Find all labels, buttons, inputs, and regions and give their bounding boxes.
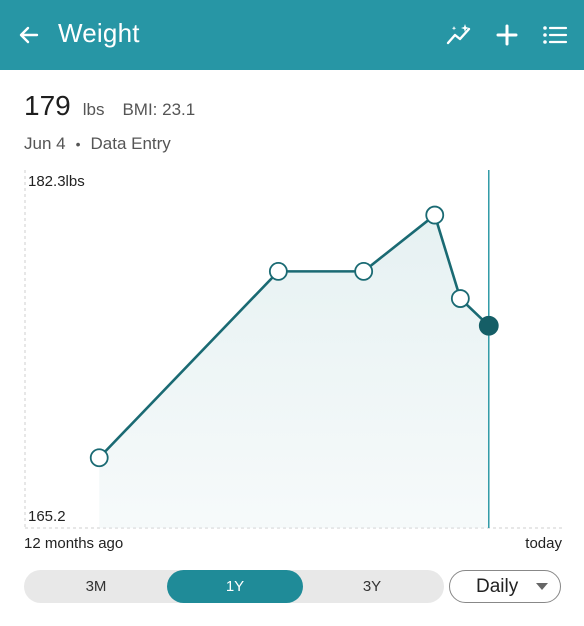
weight-summary: 179 lbs BMI: 23.1 Jun 4 • Data Entry: [24, 90, 564, 154]
range-3m-button[interactable]: 3M: [28, 570, 164, 603]
granularity-select[interactable]: Daily: [449, 570, 561, 603]
weight-screen: Weight 179 lbs BMI: 23.1 Jun 4 • Data En…: [0, 0, 584, 626]
plus-icon: [496, 24, 518, 46]
trends-button[interactable]: [444, 18, 474, 52]
app-bar: Weight: [0, 0, 584, 70]
add-entry-button[interactable]: [492, 18, 522, 52]
weight-unit: lbs: [82, 100, 105, 119]
weight-value: 179: [24, 90, 71, 121]
range-1y-button[interactable]: 1Y: [167, 570, 303, 603]
x-start-label: 12 months ago: [24, 535, 124, 552]
caret-down-icon: [536, 583, 548, 590]
weight-chart[interactable]: 182.3lbs 165.2: [24, 170, 562, 530]
data-point: [268, 261, 288, 281]
app-bar-actions: [444, 18, 570, 52]
data-point: [450, 289, 470, 308]
page-title: Weight: [58, 18, 140, 48]
entry-meta: Jun 4 • Data Entry: [24, 134, 564, 154]
chart-svg: [24, 170, 562, 529]
bmi-value: BMI: 23.1: [122, 100, 196, 119]
entry-source: Data Entry: [90, 134, 171, 153]
back-button[interactable]: [14, 20, 44, 50]
granularity-value: Daily: [476, 575, 519, 597]
list-icon: [543, 26, 568, 44]
y-max-label: 182.3lbs: [28, 173, 85, 190]
sparkle-trend-icon: [446, 24, 471, 45]
entry-date: Jun 4: [24, 134, 66, 153]
range-3y-button[interactable]: 3Y: [304, 570, 440, 603]
range-selector: 3M 1Y 3Y: [24, 570, 444, 603]
y-min-label: 165.2: [28, 508, 66, 525]
x-end-label: today: [525, 535, 562, 552]
arrow-left-icon: [19, 26, 39, 44]
series-area: [99, 215, 489, 528]
data-point-selected: [478, 315, 499, 336]
data-point: [425, 205, 445, 225]
meta-separator: •: [75, 136, 81, 152]
data-point: [89, 448, 109, 468]
weight-line: 179 lbs BMI: 23.1: [24, 90, 564, 122]
data-point: [354, 261, 374, 281]
list-view-button[interactable]: [540, 18, 570, 52]
